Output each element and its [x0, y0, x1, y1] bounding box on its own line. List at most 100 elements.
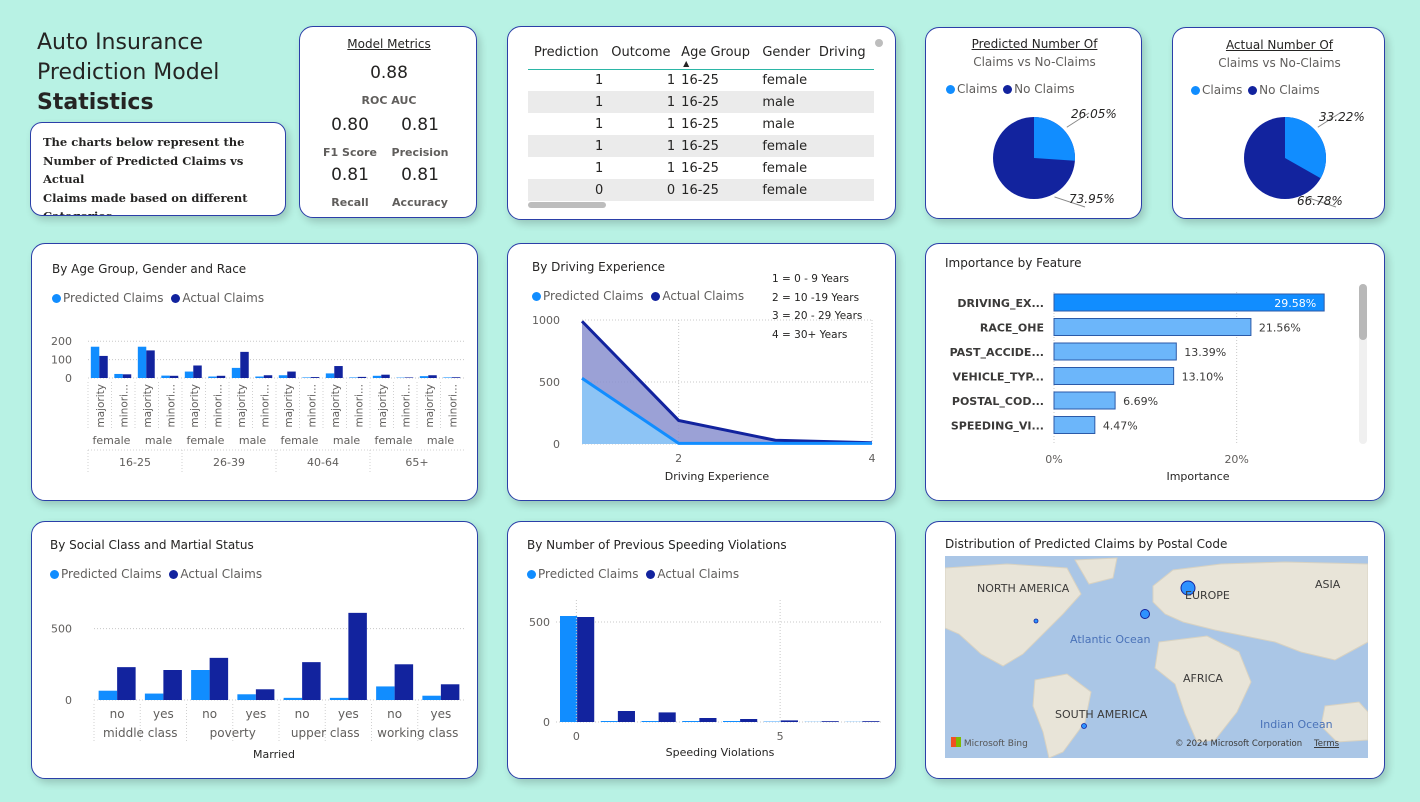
- bar-actual: [334, 366, 343, 378]
- pie-actual-card: Actual Number Of Claims vs No-Claims Cla…: [1172, 27, 1385, 219]
- north-america-shape: [945, 563, 1082, 667]
- bar-actual: [394, 664, 414, 700]
- map-bubble-uk: [1140, 609, 1150, 619]
- gender-tick-label: female: [187, 434, 225, 447]
- col-gender[interactable]: Gender: [762, 37, 818, 69]
- world-map[interactable]: NORTH AMERICA EUROPE ASIA AFRICA SOUTH A…: [945, 556, 1368, 758]
- bar-actual: [163, 670, 182, 700]
- bar-predicted: [641, 721, 659, 722]
- bar-predicted: [137, 346, 147, 378]
- bar-predicted: [98, 690, 118, 700]
- married-tick-label: no: [387, 707, 402, 721]
- table-header-row: Prediction Outcome Age Group ▲ Gender Dr…: [528, 37, 874, 69]
- gender-tick-label: female: [375, 434, 413, 447]
- bar-predicted: [144, 693, 164, 700]
- pie-actual-claims-label: 33.22%: [1319, 110, 1365, 124]
- social-bar-chart: 0 500 no yes no yes no yes no yes middle class pove…: [51, 612, 464, 761]
- feature-label: VEHICLE_TYP...: [953, 371, 1044, 384]
- cell-gender: female: [762, 160, 808, 176]
- importance-bar: [1053, 391, 1116, 410]
- age-bar-chart: 0 100 200 majority minori... majority minori..…: [51, 335, 464, 474]
- title-line-1: Auto Insurance: [37, 30, 204, 55]
- y-tick-label: 500: [529, 616, 550, 629]
- precision-label: Precision: [391, 146, 449, 159]
- bar-actual: [209, 657, 229, 700]
- bar-actual: [440, 684, 460, 700]
- married-tick-label: yes: [153, 707, 174, 721]
- roc-auc-value: 0.88: [370, 63, 408, 83]
- africa-shape: [1154, 635, 1252, 743]
- importance-value-label: 6.69%: [1123, 395, 1158, 408]
- importance-value-label: 13.10%: [1182, 371, 1224, 384]
- bar-actual: [99, 355, 108, 378]
- cell-outcome: 1: [666, 160, 676, 176]
- col-outcome[interactable]: Outcome: [611, 37, 681, 69]
- x-axis-title: Importance: [1166, 470, 1229, 483]
- col-driving[interactable]: Driving: [819, 37, 874, 69]
- bar-predicted: [278, 375, 288, 378]
- table-row[interactable]: 1 1 16-25 male: [528, 91, 874, 113]
- bar-predicted: [302, 377, 311, 378]
- title-line-3: Statistics: [37, 90, 154, 115]
- microsoft-logo-icon: [951, 737, 961, 747]
- table-row[interactable]: 1 1 16-25 female: [528, 135, 874, 157]
- title-line-2: Prediction Model: [37, 60, 220, 85]
- feature-scrollbar-track[interactable]: [1359, 284, 1367, 444]
- label-atlantic-ocean: Atlantic Ocean: [1070, 633, 1151, 646]
- bar-actual: [617, 711, 635, 722]
- table-row[interactable]: 1 1 16-25 female: [528, 157, 874, 179]
- bar-actual: [287, 371, 296, 378]
- col-age-group[interactable]: Age Group ▲: [681, 37, 762, 69]
- table-horizontal-scrollbar[interactable]: [528, 202, 606, 208]
- bar-actual: [740, 719, 758, 722]
- label-south-america: SOUTH AMERICA: [1055, 708, 1148, 721]
- feature-scrollbar-thumb[interactable]: [1359, 284, 1367, 340]
- map-copyright: © 2024 Microsoft Corporation: [1175, 739, 1303, 749]
- table-row[interactable]: 1 1 16-25 male: [528, 113, 874, 135]
- married-tick-label: no: [202, 707, 217, 721]
- speeding-bar-chart: 0 500 0 5Speeding Violations: [529, 600, 882, 759]
- gender-tick-label: male: [239, 434, 267, 447]
- map-terms-link[interactable]: Terms: [1314, 739, 1339, 749]
- importance-value-label: 13.39%: [1184, 346, 1226, 359]
- data-table: Prediction Outcome Age Group ▲ Gender Dr…: [528, 37, 874, 201]
- intro-card: The charts below represent the Number of…: [30, 122, 286, 216]
- bar-predicted: [372, 375, 382, 378]
- roc-auc-label: ROC AUC: [361, 94, 417, 107]
- driving-area-chart: 0 500 1000 2 4 Driving Experience: [532, 314, 876, 483]
- col-prediction[interactable]: Prediction: [528, 37, 611, 69]
- bar-actual: [821, 721, 839, 722]
- table-vertical-scrollbar[interactable]: [875, 39, 883, 47]
- bar-predicted: [191, 670, 210, 700]
- cell-prediction: 1: [594, 116, 604, 132]
- bar-predicted: [349, 377, 358, 378]
- table-row[interactable]: 0 0 16-25 female: [528, 179, 874, 201]
- race-tick-label: minori...: [400, 384, 412, 427]
- bar-actual: [658, 712, 676, 722]
- cell-gender: female: [762, 138, 808, 154]
- recall-value: 0.81: [331, 165, 369, 185]
- y-tick-label: 0: [65, 694, 72, 707]
- bar-predicted: [90, 346, 100, 378]
- married-tick-label: yes: [338, 707, 359, 721]
- cell-outcome: 1: [666, 116, 676, 132]
- cell-age-group: 16-25: [681, 94, 719, 110]
- bar-predicted: [600, 721, 618, 722]
- bar-predicted: [422, 695, 441, 700]
- bar-actual: [348, 612, 367, 700]
- cell-age-group: 16-25: [681, 182, 719, 198]
- bar-actual: [263, 375, 273, 378]
- bing-logo: Microsoft Bing: [951, 737, 1028, 749]
- accuracy-value: 0.81: [401, 165, 439, 185]
- bar-actual: [240, 351, 249, 378]
- table-row[interactable]: 1 1 16-25 female: [528, 69, 874, 91]
- age-group-tick-label: 16-25: [119, 456, 151, 469]
- bar-actual: [146, 350, 155, 378]
- bar-actual: [122, 374, 132, 378]
- label-asia: ASIA: [1315, 578, 1341, 591]
- cell-prediction: 1: [594, 160, 604, 176]
- feature-label: SPEEDING_VI...: [951, 420, 1044, 433]
- married-tick-label: no: [110, 707, 125, 721]
- feature-chart-card: Importance by Feature 0% 20% DRIVING_EX...…: [925, 243, 1385, 501]
- x-tick-label: 0%: [1045, 453, 1062, 466]
